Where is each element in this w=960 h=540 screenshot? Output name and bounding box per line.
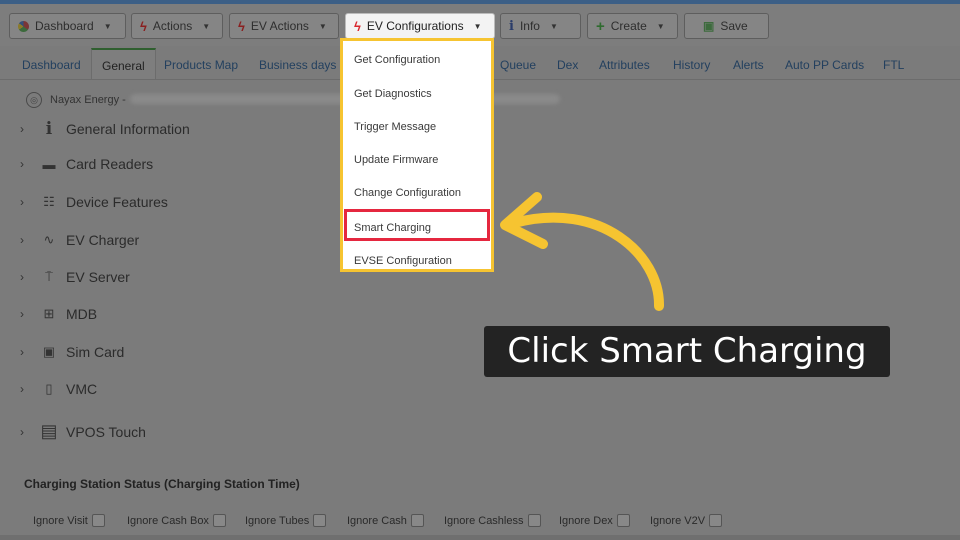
instruction-callout: Click Smart Charging	[484, 326, 890, 377]
curved-arrow-icon	[500, 192, 665, 311]
